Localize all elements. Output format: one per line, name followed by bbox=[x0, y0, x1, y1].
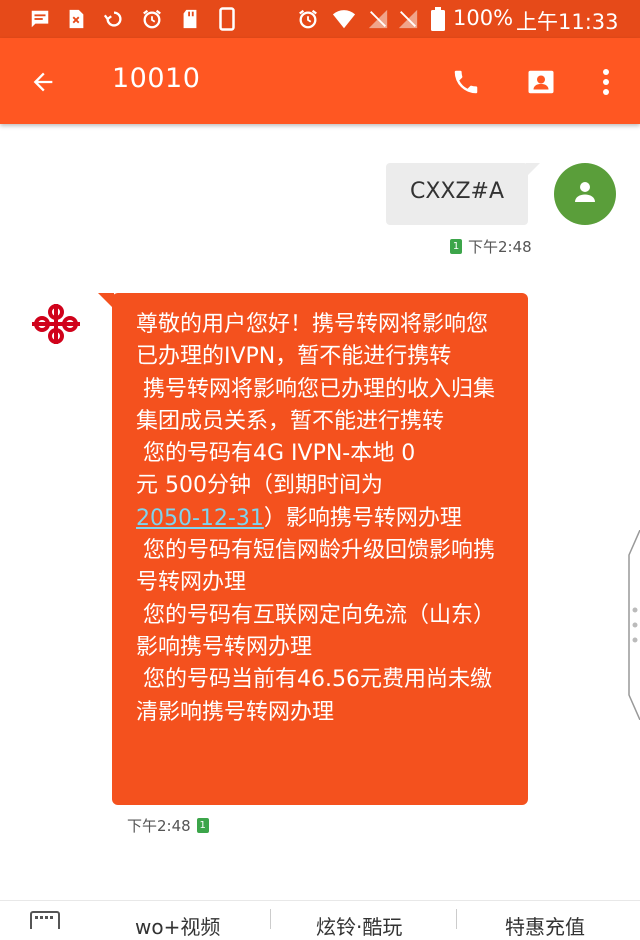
alarm-icon bbox=[296, 7, 320, 31]
bottom-menu-bar: wo+视频 炫铃·酷玩 特惠充值 bbox=[0, 900, 640, 939]
outgoing-message-text: CXXZ#A bbox=[409, 179, 505, 204]
menu-divider bbox=[270, 909, 271, 929]
incoming-message-meta: 下午2:48 1 bbox=[127, 815, 209, 836]
phone-icon bbox=[215, 7, 239, 31]
menu-item-wo-video[interactable]: wo+视频 bbox=[135, 911, 220, 940]
status-bar: 100% 上午11:33 bbox=[0, 0, 640, 38]
menu-item-recharge[interactable]: 特惠充值 bbox=[505, 911, 585, 940]
menu-divider bbox=[456, 909, 457, 929]
outgoing-message-time: 下午2:48 bbox=[468, 238, 532, 256]
sim-badge: 1 bbox=[450, 239, 462, 254]
user-avatar[interactable] bbox=[554, 163, 616, 225]
menu-item-ringtone[interactable]: 炫铃·酷玩 bbox=[316, 911, 402, 940]
person-icon bbox=[570, 177, 600, 211]
contact-card-icon[interactable] bbox=[519, 60, 563, 104]
incoming-message-text-part1: 尊敬的用户您好！携号转网将影响您已办理的IVPN，暂不能进行携转 携号转网将影响… bbox=[136, 312, 496, 499]
battery-icon bbox=[426, 7, 450, 31]
incoming-message-time: 下午2:48 bbox=[127, 817, 191, 835]
conversation-title: 10010 bbox=[112, 63, 201, 94]
app-bar: 10010 bbox=[0, 38, 640, 124]
incoming-message-text-part2: ）影响携号转网办理 您的号码有短信网龄升级回馈影响携号转网办理 您的号码有互联网… bbox=[136, 505, 496, 725]
call-icon[interactable] bbox=[444, 60, 488, 104]
incoming-message-text: 尊敬的用户您好！携号转网将影响您已办理的IVPN，暂不能进行携转 携号转网将影响… bbox=[136, 309, 508, 729]
sim-x-icon bbox=[64, 7, 88, 31]
china-unicom-logo bbox=[30, 302, 82, 346]
alarm-icon bbox=[140, 7, 164, 31]
outgoing-message-bubble[interactable]: CXXZ#A bbox=[386, 163, 540, 225]
refresh-icon bbox=[102, 7, 126, 31]
clock: 上午11:33 bbox=[516, 10, 619, 34]
edge-panel-handle[interactable] bbox=[627, 529, 640, 721]
keyboard-icon[interactable] bbox=[30, 911, 60, 933]
more-options-icon[interactable] bbox=[584, 60, 628, 104]
sim-badge: 1 bbox=[196, 818, 209, 833]
message-icon bbox=[28, 7, 52, 31]
wifi-icon bbox=[332, 7, 356, 31]
no-signal-icon bbox=[366, 7, 390, 31]
sd-card-icon bbox=[178, 7, 202, 31]
outgoing-message-meta: 1 下午2:48 bbox=[450, 236, 532, 257]
no-signal-icon bbox=[396, 7, 420, 31]
battery-percent: 100% bbox=[453, 6, 514, 30]
date-link[interactable]: 2050-12-31 bbox=[136, 506, 264, 531]
back-arrow-icon[interactable] bbox=[21, 60, 65, 104]
incoming-message-bubble[interactable]: 尊敬的用户您好！携号转网将影响您已办理的IVPN，暂不能进行携转 携号转网将影响… bbox=[98, 293, 528, 805]
